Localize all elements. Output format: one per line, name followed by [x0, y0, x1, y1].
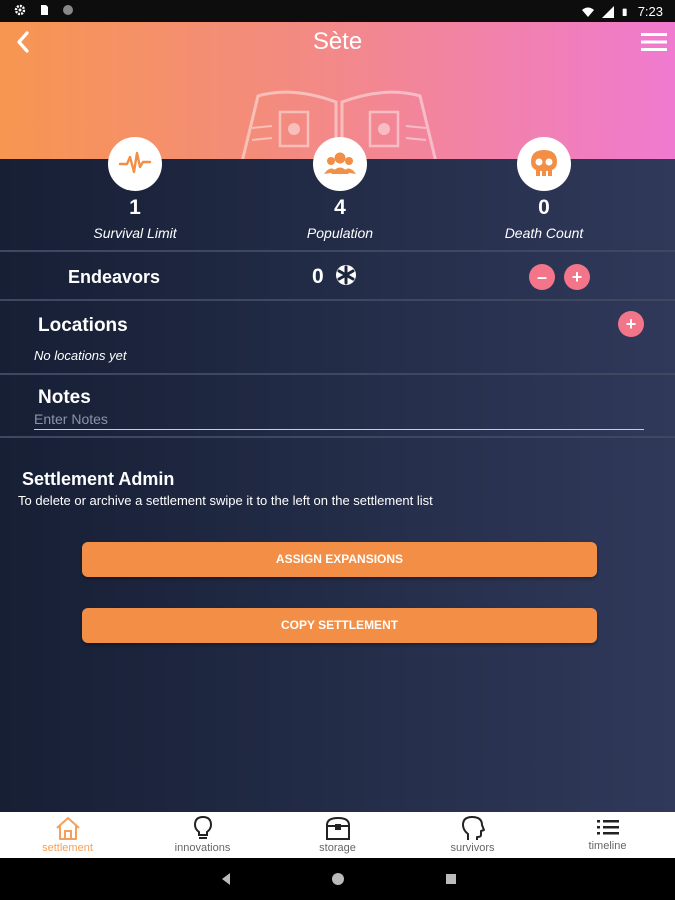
nav-storage-label: storage [319, 842, 356, 854]
decrease-endeavors-button[interactable]: – [529, 264, 555, 290]
battery-icon [622, 8, 627, 16]
settlement-content: 1 Survival Limit 4 Population 0 Death Co… [0, 137, 675, 812]
divider [0, 299, 675, 301]
endeavors-label: Endeavors [68, 267, 161, 287]
copy-settlement-button[interactable]: COPY SETTLEMENT [82, 608, 597, 643]
notes-input[interactable] [34, 409, 644, 430]
survival-limit-stat: 1 Survival Limit [55, 137, 215, 241]
assign-expansions-button[interactable]: ASSIGN EXPANSIONS [82, 542, 597, 577]
nav-survivors[interactable]: survivors [405, 812, 540, 858]
increase-endeavors-button[interactable]: + [564, 264, 590, 290]
circle-status-icon [63, 5, 73, 15]
death-count-value: 0 [538, 196, 550, 219]
notes-title: Notes [38, 387, 91, 408]
heartbeat-icon [108, 137, 162, 191]
sd-card-icon [41, 5, 48, 15]
chest-icon [325, 816, 350, 840]
survival-limit-value: 1 [129, 196, 141, 219]
lightbulb-icon [193, 815, 212, 839]
home-icon [55, 817, 80, 840]
add-location-button[interactable]: + [618, 311, 644, 337]
wifi-icon [581, 7, 594, 17]
hamburger-menu-icon[interactable] [639, 30, 669, 54]
divider [0, 250, 675, 252]
settlement-admin-title: Settlement Admin [22, 469, 175, 489]
population-value: 4 [334, 196, 346, 219]
system-recents-icon[interactable] [444, 872, 458, 886]
plus-icon: + [625, 313, 637, 334]
minus-icon: – [536, 266, 547, 287]
divider [0, 373, 675, 375]
divider [0, 436, 675, 438]
status-bar: 7:23 [0, 0, 675, 22]
population-label: Population [306, 225, 374, 241]
death-count-stat: 0 Death Count [464, 137, 624, 241]
system-back-icon[interactable] [219, 872, 233, 886]
locations-title: Locations [38, 315, 128, 336]
bottom-nav: settlement innovations storage survivors… [0, 812, 675, 858]
nav-settlement-label: settlement [42, 842, 93, 854]
nav-storage[interactable]: storage [270, 812, 405, 858]
page-title: Sète [312, 28, 363, 55]
survival-limit-label: Survival Limit [93, 225, 177, 241]
list-icon [596, 820, 619, 835]
plus-icon: + [571, 266, 583, 287]
endeavors-value: 0 [312, 265, 324, 288]
system-nav-bar [0, 858, 675, 900]
settlement-admin-description: To delete or archive a settlement swipe … [18, 493, 433, 508]
nav-settlement[interactable]: settlement [0, 812, 135, 858]
nav-innovations-label: innovations [174, 842, 231, 854]
nav-timeline-label: timeline [588, 840, 627, 852]
skull-icon [517, 137, 571, 191]
people-icon [313, 137, 367, 191]
head-icon [461, 816, 485, 840]
population-stat: 4 Population [260, 137, 420, 241]
nav-innovations[interactable]: innovations [135, 812, 270, 858]
nav-timeline[interactable]: timeline [540, 812, 675, 858]
status-time: 7:23 [637, 4, 663, 19]
death-count-label: Death Count [504, 225, 584, 241]
nav-survivors-label: survivors [450, 842, 495, 854]
asterisk-icon [336, 265, 356, 285]
system-home-icon[interactable] [331, 872, 345, 886]
settings-icon [14, 4, 26, 16]
locations-empty-text: No locations yet [34, 348, 127, 363]
signal-icon [601, 5, 614, 18]
